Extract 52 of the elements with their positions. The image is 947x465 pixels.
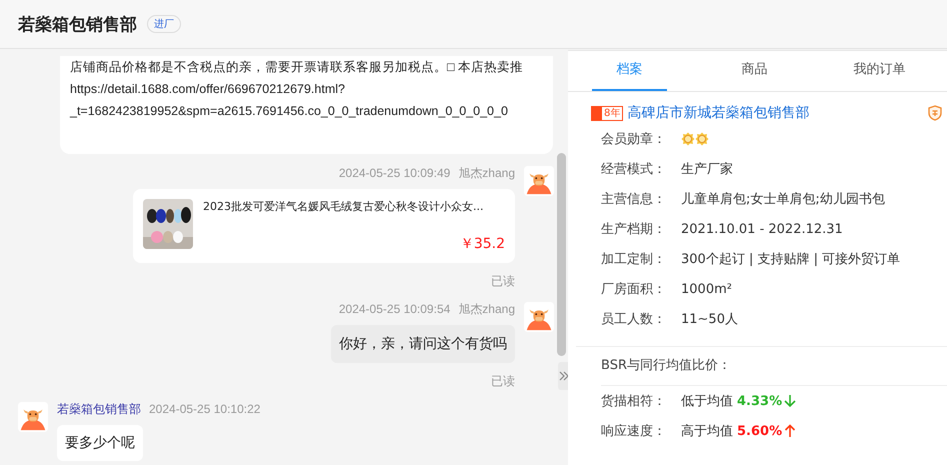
bull-avatar-icon	[524, 302, 554, 332]
sender-name: 若燊箱包销售部	[57, 401, 141, 418]
message-text: _t=1682423819952&spm=a2615.7691456.co_0_0_tradenumdown_0_0_0_0_0	[70, 103, 509, 120]
message-bubble: 要多少个呢	[57, 425, 143, 461]
years-badge: 8年	[591, 106, 624, 120]
product-title: 2023批发可爱洋气名媛风毛绒复古爱心秋冬设计小众女...	[203, 199, 484, 215]
double-chevron-icon	[559, 371, 568, 381]
field-value: 300个起订 | 支持贴牌 | 可接外贸订单	[681, 251, 900, 268]
field-label: 响应速度：	[601, 423, 667, 440]
sender-name: 旭杰zhang	[458, 165, 515, 182]
message-text: 店铺商品价格都是不含税点的亲，需要开票请联系客服另加税点。□ 本店热卖推	[70, 59, 524, 76]
message-time: 2024-05-25 10:10:22	[149, 401, 260, 418]
shield-icon	[927, 105, 943, 121]
field-label: 厂房面积：	[601, 281, 667, 298]
percent-value: 4.33%	[737, 394, 782, 408]
field-label: 生产档期：	[601, 221, 667, 238]
field-label: 加工定制：	[601, 251, 667, 268]
read-status: 已读	[491, 273, 515, 290]
field-label: 经营模式：	[601, 161, 667, 178]
down-arrow-icon	[784, 394, 796, 408]
sender-name: 旭杰zhang	[458, 301, 515, 318]
field-value: 低于均值	[681, 393, 733, 410]
field-label: 会员勋章：	[601, 131, 667, 148]
message-time: 2024-05-25 10:09:54	[338, 301, 450, 318]
percent-value: 5.60%	[737, 424, 782, 438]
field-label: 员工人数：	[601, 311, 667, 328]
product-card[interactable]: 2023批发可爱洋气名媛风毛绒复古爱心秋冬设计小众女... ￥35.2	[133, 189, 515, 263]
field-value: 2021.10.01 - 2022.12.31	[681, 222, 843, 236]
tab[interactable]: 商品	[717, 51, 792, 91]
message-text: https://detail.1688.com/offer/669670212679.html?	[70, 81, 346, 98]
field-label: 主营信息：	[601, 191, 667, 208]
field-value: 生产厂家	[681, 161, 733, 178]
shop-name: 若燊箱包销售部	[18, 14, 137, 36]
field-value: 高于均值	[681, 423, 733, 440]
factory-tag[interactable]: 进厂	[147, 15, 181, 33]
scrollbar-thumb[interactable]	[557, 153, 566, 356]
message-time: 2024-05-25 10:09:49	[338, 165, 450, 182]
bull-avatar-icon	[524, 166, 554, 196]
field-value: 11~50人	[681, 311, 738, 328]
section-title: BSR与同行均值比价：	[600, 357, 732, 375]
message-bubble: 你好，亲，请问这个有货吗	[331, 325, 515, 363]
field-value: 儿童单肩包;女士单肩包;幼儿园书包	[681, 191, 885, 208]
field-value: 1000m²	[681, 282, 732, 296]
bull-avatar-icon	[18, 402, 48, 432]
tab[interactable]: 我的订单	[842, 51, 917, 91]
up-arrow-icon	[784, 424, 796, 438]
medal-icons	[681, 132, 709, 146]
read-status: 已读	[491, 373, 515, 390]
field-label: 货描相符：	[601, 393, 667, 410]
collapse-button[interactable]	[558, 362, 568, 390]
product-price: ￥35.2	[460, 235, 505, 253]
company-link[interactable]: 高碑店市新城若燊箱包销售部	[627, 104, 810, 122]
